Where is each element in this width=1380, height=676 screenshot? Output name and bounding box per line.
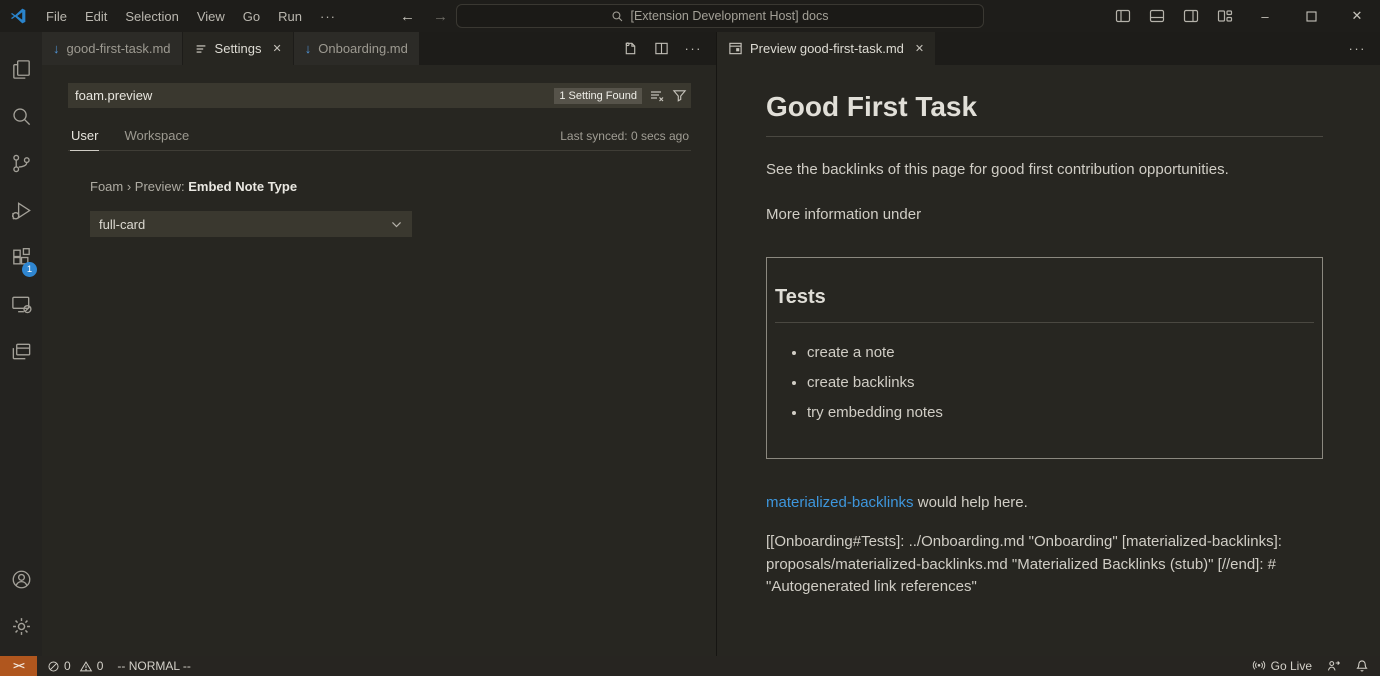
markdown-preview-icon	[728, 41, 743, 56]
manage-gear-icon[interactable]	[0, 603, 42, 650]
editor-more-actions-icon[interactable]: ···	[1349, 41, 1367, 56]
open-settings-json-icon[interactable]	[623, 41, 638, 56]
titlebar: File Edit Selection View Go Run ··· ← → …	[0, 0, 1380, 32]
settings-scope-tabs: User Workspace Last synced: 0 secs ago	[68, 124, 691, 151]
run-debug-icon[interactable]	[0, 187, 42, 234]
right-editor-tabbar: Preview good-first-task.md ✕ ···	[717, 32, 1380, 65]
tab-label: Onboarding.md	[318, 41, 408, 56]
command-center-label: [Extension Development Host] docs	[630, 9, 828, 23]
last-synced-label: Last synced: 0 secs ago	[560, 129, 689, 150]
select-value: full-card	[99, 217, 145, 232]
warnings-icon	[79, 660, 93, 673]
left-editor-tabbar: ↓ good-first-task.md Settings ✕ ↓ Onboar…	[42, 32, 716, 65]
menu-run[interactable]: Run	[269, 9, 311, 24]
tab-label: good-first-task.md	[67, 41, 171, 56]
list-item: create backlinks	[807, 372, 1314, 394]
settings-list-icon	[194, 42, 208, 56]
accounts-icon[interactable]	[0, 556, 42, 603]
markdown-file-icon: ↓	[305, 41, 312, 56]
list-item: try embedding notes	[807, 402, 1314, 424]
go-live-button[interactable]: Go Live	[1252, 659, 1312, 673]
go-live-label: Go Live	[1271, 659, 1312, 673]
problems-status[interactable]: 0 0	[47, 659, 103, 673]
status-bar: >< 0 0 -- NORMAL -- Go Live	[0, 656, 1380, 676]
split-editor-icon[interactable]	[654, 41, 669, 56]
editor-more-actions-icon[interactable]: ···	[685, 41, 703, 56]
extensions-icon[interactable]: 1	[0, 234, 42, 281]
setting-category-label: Foam › Preview:	[90, 179, 188, 194]
chevron-down-icon	[390, 218, 403, 231]
markdown-preview-pane: Preview good-first-task.md ✕ ··· Good Fi…	[717, 32, 1380, 656]
tab-settings[interactable]: Settings ✕	[183, 32, 293, 65]
window-maximize-button[interactable]	[1288, 0, 1334, 32]
toggle-sidebar-icon[interactable]	[1106, 8, 1140, 24]
settings-editor-pane: ↓ good-first-task.md Settings ✕ ↓ Onboar…	[42, 32, 716, 656]
errors-icon	[47, 660, 60, 673]
h1-rule	[766, 136, 1323, 137]
extensions-badge: 1	[22, 262, 37, 277]
vim-mode-indicator[interactable]: -- NORMAL --	[117, 659, 191, 673]
tab-onboarding[interactable]: ↓ Onboarding.md	[294, 32, 419, 65]
preview-paragraph: More information under	[766, 204, 1323, 226]
setting-embed-note-type: Foam › Preview: Embed Note Type full-car…	[90, 179, 691, 237]
window-close-button[interactable]: ✕	[1334, 0, 1380, 32]
tab-close-icon[interactable]: ✕	[915, 42, 924, 55]
nav-forward-icon[interactable]: →	[424, 8, 457, 25]
filter-settings-icon[interactable]	[672, 88, 687, 103]
markdown-file-icon: ↓	[53, 41, 60, 56]
clear-settings-search-icon[interactable]	[649, 88, 665, 104]
preview-paragraph: See the backlinks of this page for good …	[766, 159, 1323, 181]
warnings-count: 0	[97, 659, 104, 673]
vscode-logo-icon	[9, 7, 27, 25]
errors-count: 0	[64, 659, 71, 673]
menu-file[interactable]: File	[37, 9, 76, 24]
scope-tab-workspace[interactable]: Workspace	[123, 124, 190, 150]
menu-go[interactable]: Go	[234, 9, 269, 24]
link-references-paragraph: [[Onboarding#Tests]: ../Onboarding.md "O…	[766, 531, 1323, 599]
materialized-backlinks-link[interactable]: materialized-backlinks	[766, 494, 914, 511]
toggle-panel-icon[interactable]	[1140, 8, 1174, 24]
markdown-preview-content: Good First Task See the backlinks of thi…	[717, 65, 1380, 656]
embed-note-type-select[interactable]: full-card	[90, 211, 412, 237]
activity-bar: 1	[0, 32, 42, 656]
remote-indicator-button[interactable]: ><	[0, 656, 37, 676]
preview-h1: Good First Task	[766, 87, 1323, 128]
preview-link-line: materialized-backlinks would help here.	[766, 492, 1323, 514]
embedded-note-list: create a note create backlinks try embed…	[775, 342, 1314, 423]
embedded-note-card: Tests create a note create backlinks try…	[766, 257, 1323, 459]
source-control-icon[interactable]	[0, 140, 42, 187]
menu-more-icon[interactable]: ···	[311, 9, 345, 24]
link-suffix-text: would help here.	[914, 494, 1028, 511]
tab-preview-good-first-task[interactable]: Preview good-first-task.md ✕	[717, 32, 935, 65]
search-view-icon[interactable]	[0, 93, 42, 140]
list-item: create a note	[807, 342, 1314, 364]
search-icon	[611, 10, 624, 23]
window-minimize-button[interactable]: –	[1242, 0, 1288, 32]
editor-layouts-icon[interactable]	[0, 328, 42, 375]
menu-edit[interactable]: Edit	[76, 9, 116, 24]
customize-layout-icon[interactable]	[1208, 8, 1242, 24]
tab-label: Settings	[215, 41, 262, 56]
setting-name-label: Embed Note Type	[188, 179, 297, 194]
nav-back-icon[interactable]: ←	[391, 8, 424, 25]
settings-result-count-badge: 1 Setting Found	[554, 88, 642, 104]
toggle-secondary-sidebar-icon[interactable]	[1174, 8, 1208, 24]
h2-rule	[775, 322, 1314, 323]
remote-explorer-icon[interactable]	[0, 281, 42, 328]
embedded-note-title: Tests	[775, 283, 1314, 312]
tab-good-first-task[interactable]: ↓ good-first-task.md	[42, 32, 182, 65]
tab-label: Preview good-first-task.md	[750, 41, 904, 56]
feedback-icon[interactable]	[1326, 659, 1341, 673]
broadcast-icon	[1252, 659, 1266, 673]
command-center-search[interactable]: [Extension Development Host] docs	[456, 4, 984, 28]
menu-selection[interactable]: Selection	[116, 9, 187, 24]
notifications-bell-icon[interactable]	[1355, 659, 1369, 673]
menu-view[interactable]: View	[188, 9, 234, 24]
explorer-icon[interactable]	[0, 46, 42, 93]
scope-tab-user[interactable]: User	[70, 124, 99, 151]
tab-close-icon[interactable]: ✕	[273, 42, 282, 55]
